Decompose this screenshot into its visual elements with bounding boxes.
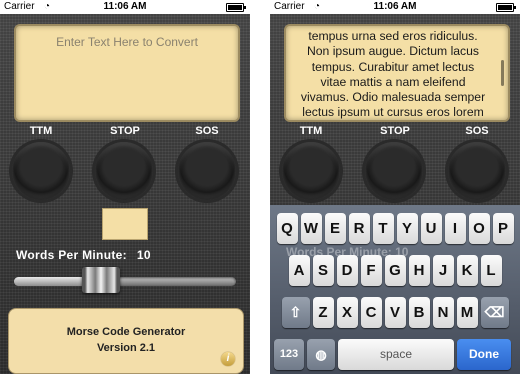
text-input-area-filled[interactable]: tempus urna sed eros ridiculus. Non ipsu…: [284, 24, 510, 122]
app-title: Morse Code Generator: [66, 326, 186, 338]
key-h[interactable]: H: [408, 255, 430, 286]
key-b[interactable]: B: [408, 297, 430, 328]
keyboard-row-2: A S D F G H J K L: [270, 255, 520, 286]
key-z[interactable]: Z: [312, 297, 334, 328]
text-line: vitae mattis a nam eleifend: [320, 74, 466, 89]
input-text: tempus urna sed eros ridiculus. Non ipsu…: [294, 29, 492, 121]
text-line: Non ipsum augue. Dictum lacus: [306, 44, 480, 59]
wpm-slider-thumb[interactable]: [82, 267, 120, 293]
key-d[interactable]: D: [336, 255, 358, 286]
on-screen-keyboard: Words Per Minute: 10 Q W E R T Y U I O P…: [270, 205, 520, 374]
time-label: 11:06 AM: [103, 1, 147, 12]
ttm-button-right[interactable]: [282, 142, 340, 200]
key-x[interactable]: X: [336, 297, 358, 328]
key-u[interactable]: U: [420, 213, 442, 244]
app-version: Version 2.1: [96, 342, 156, 354]
keyboard-row-3: ⇧ Z X C V B N M ⌫: [270, 297, 520, 328]
key-o[interactable]: O: [468, 213, 490, 244]
key-i[interactable]: I: [444, 213, 466, 244]
key-q[interactable]: Q: [276, 213, 298, 244]
signal-light: [102, 208, 148, 240]
battery-icon: [226, 3, 246, 12]
key-a[interactable]: A: [288, 255, 310, 286]
key-s[interactable]: S: [312, 255, 334, 286]
time-label-right: 11:06 AM: [373, 1, 417, 12]
wpm-slider-track[interactable]: [14, 277, 236, 286]
keyboard-row-1: Q W E R T Y U I O P: [270, 213, 520, 244]
battery-icon-right: [496, 3, 516, 12]
input-placeholder: Enter Text Here to Convert: [56, 35, 198, 49]
text-scrollbar[interactable]: [501, 60, 504, 86]
key-m[interactable]: M: [456, 297, 478, 328]
key-r[interactable]: R: [348, 213, 370, 244]
backspace-key-icon[interactable]: ⌫: [480, 297, 509, 328]
done-key[interactable]: Done: [457, 339, 511, 370]
wpm-value: 10: [136, 248, 151, 262]
key-l[interactable]: L: [480, 255, 502, 286]
stop-label: STOP: [110, 125, 140, 137]
space-key[interactable]: space: [338, 339, 454, 370]
text-input-area[interactable]: Enter Text Here to Convert: [14, 24, 240, 122]
globe-key-icon[interactable]: ◍: [307, 339, 335, 370]
status-bar-right: Carrier ◔ 11:06 AM: [270, 0, 520, 14]
key-e[interactable]: E: [324, 213, 346, 244]
key-v[interactable]: V: [384, 297, 406, 328]
key-c[interactable]: C: [360, 297, 382, 328]
key-p[interactable]: P: [492, 213, 514, 244]
sos-label-right: SOS: [465, 125, 489, 137]
key-g[interactable]: G: [384, 255, 406, 286]
wpm-label: Words Per Minute:: [16, 248, 127, 262]
stop-button[interactable]: [95, 142, 153, 200]
numbers-key[interactable]: 123: [274, 339, 304, 370]
text-line: tempus urna sed eros ridiculus.: [308, 29, 478, 43]
text-line: vivamus. Odio malesuada semper: [300, 90, 486, 105]
shift-key-icon[interactable]: ⇧: [281, 297, 310, 328]
ttm-label: TTM: [29, 125, 53, 137]
wpm-row: Words Per Minute: 10: [16, 248, 151, 262]
sos-label: SOS: [195, 125, 219, 137]
keyboard-row-4: 123 ◍ space Done: [270, 339, 520, 370]
key-w[interactable]: W: [300, 213, 322, 244]
key-n[interactable]: N: [432, 297, 454, 328]
ttm-label-right: TTM: [299, 125, 323, 137]
info-icon[interactable]: i: [221, 352, 235, 366]
stop-label-right: STOP: [380, 125, 410, 137]
sos-button-right[interactable]: [448, 142, 506, 200]
screen-main: Carrier ◔ 11:06 AM Enter Text Here to Co…: [0, 0, 250, 374]
key-j[interactable]: J: [432, 255, 454, 286]
text-line: tempus. Curabitur amet lectus: [311, 59, 475, 74]
text-line: lectus ipsum ut cursus eros lorem: [302, 105, 484, 120]
sos-button[interactable]: [178, 142, 236, 200]
key-f[interactable]: F: [360, 255, 382, 286]
status-bar: Carrier ◔ 11:06 AM: [0, 0, 250, 14]
info-panel: Morse Code Generator Version 2.1 i: [8, 308, 244, 374]
ttm-button[interactable]: [12, 142, 70, 200]
key-t[interactable]: T: [372, 213, 394, 244]
stop-button-right[interactable]: [365, 142, 423, 200]
key-y[interactable]: Y: [396, 213, 418, 244]
key-k[interactable]: K: [456, 255, 478, 286]
